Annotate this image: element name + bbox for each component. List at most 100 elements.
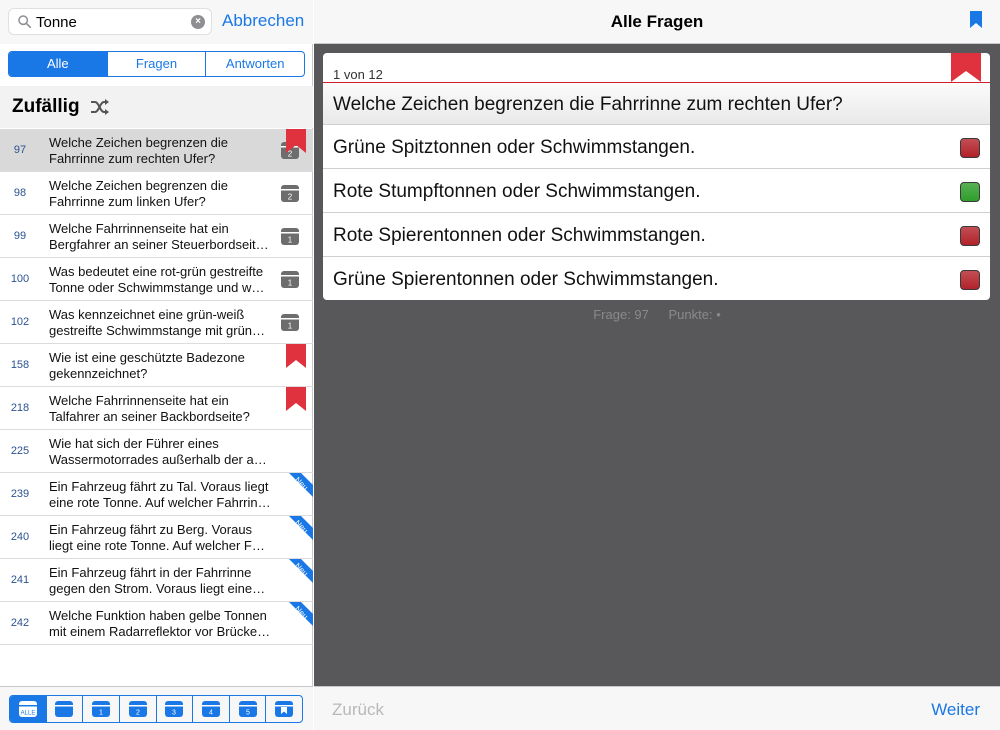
question-number: 158 [10, 359, 30, 371]
question-list-item[interactable]: 242 Welche Funktion haben gelbe Tonnen mit… [0, 602, 313, 645]
cancel-button[interactable]: Abbrechen [222, 11, 304, 31]
question-preview-line: eine rote Tonne. Auf welcher Fahrrin… [49, 494, 271, 510]
box-tab-4[interactable]: 4 [192, 696, 229, 722]
question-list-item[interactable]: 97 Welche Zeichen begrenzen die Fahrrinne … [0, 129, 313, 172]
box-icon: 1 [92, 701, 111, 717]
box-icon: 2 [128, 701, 147, 717]
box-icon [55, 701, 74, 717]
next-button[interactable]: Weiter [931, 700, 980, 720]
question-card: 1 von 12 Welche Zeichen begrenzen die Fa… [323, 53, 990, 300]
bookmark-icon[interactable] [970, 11, 982, 28]
question-counter: 1 von 12 [333, 67, 383, 82]
box-tab-all[interactable]: ALLE [10, 696, 46, 722]
search-field[interactable]: × [8, 8, 212, 35]
question-list-item[interactable]: 225 Wie hat sich der Führer eines Wassermo… [0, 430, 313, 473]
box-tab-5[interactable]: 5 [228, 696, 266, 722]
learning-box-number: 1 [288, 236, 293, 245]
new-ribbon-icon: Neu [289, 559, 313, 583]
clear-search-icon[interactable]: × [191, 15, 205, 29]
question-number: 218 [10, 402, 30, 414]
question-list-item[interactable]: 239 Ein Fahrzeug fährt zu Tal. Voraus lie… [0, 473, 313, 516]
bookmark-flag-icon [951, 53, 981, 82]
box-tab-bookmarks[interactable] [265, 696, 302, 722]
box-tab-3[interactable]: 3 [155, 696, 193, 722]
question-row: Welche Zeichen begrenzen die Fahrrinne z… [323, 83, 990, 125]
box-tab-1[interactable]: 1 [82, 696, 119, 722]
answer-option[interactable]: Rote Spierentonnen oder Schwimmstangen. [323, 213, 990, 257]
back-button[interactable]: Zurück [332, 700, 384, 720]
shuffle-icon[interactable] [90, 98, 110, 116]
answer-text: Rote Stumpftonnen oder Schwimmstangen. [333, 181, 701, 202]
question-number-label: Frage: 97 [593, 307, 649, 322]
bookmark-box-icon [275, 701, 294, 717]
filter-segmented-control: Alle Fragen Antworten [8, 51, 305, 77]
question-preview-line: gegen den Strom. Voraus liegt eine… [49, 580, 266, 596]
answer-indicator-icon [960, 270, 980, 290]
question-preview: Wie ist eine geschützte Badezone gekennze… [49, 350, 275, 381]
answer-indicator-icon [960, 226, 980, 246]
question-list-item[interactable]: 240 Ein Fahrzeug fährt zu Berg. Voraus lie… [0, 516, 313, 559]
question-list-item[interactable]: 100 Was bedeutet eine rot-grün gestreifte… [0, 258, 313, 301]
bookmark-flag-icon [286, 344, 306, 368]
box-tab-label: ALLE [20, 711, 35, 717]
question-preview-line: Bergfahrer an seiner Steuerbordseit… [49, 236, 269, 252]
learning-box-number: 1 [288, 322, 293, 331]
question-list-item[interactable]: 102 Was kennzeichnet eine grün-weiß gestre… [0, 301, 313, 344]
random-section-header: Zufällig [0, 86, 313, 128]
tab-questions[interactable]: Fragen [106, 52, 206, 76]
question-list-item[interactable]: 99 Welche Fahrrinnenseite hat ein Bergfahr… [0, 215, 313, 258]
question-number: 97 [13, 144, 27, 156]
learning-box-icon: 1 [280, 227, 300, 246]
answer-indicator-icon [960, 138, 980, 158]
status-line: Frage: 97 Punkte: • [314, 307, 1000, 322]
question-preview-line: Ein Fahrzeug fährt zu Tal. Voraus liegt [49, 479, 269, 494]
answer-text: Grüne Spierentonnen oder Schwimmstangen. [333, 269, 719, 290]
box-tabs: ALLE 1 2 3 4 5 [9, 695, 303, 723]
question-list-item[interactable]: 158 Wie ist eine geschützte Badezone geken… [0, 344, 313, 387]
bookmark-flag-icon [286, 387, 306, 411]
question-preview-line: gekennzeichnet? [49, 365, 148, 381]
box-tab-label: 2 [136, 710, 140, 717]
box-tab-label: 1 [99, 710, 103, 717]
question-preview-line: mit einem Radarreflektor vor Brücke… [49, 623, 271, 639]
answer-text: Rote Spierentonnen oder Schwimmstangen. [333, 225, 706, 246]
new-ribbon-icon: Neu [289, 516, 313, 540]
question-number: 241 [10, 574, 30, 586]
question-preview-line: Talfahrer an seiner Backbordseite? [49, 408, 250, 424]
question-preview-line: Welche Funktion haben gelbe Tonnen [49, 608, 267, 623]
question-preview-line: Fahrrinne zum linken Ufer? [49, 193, 206, 209]
search-bar: × Abbrechen [0, 0, 313, 44]
question-preview-line: gestreifte Schwimmstange mit grün… [49, 322, 266, 338]
question-preview-line: Wie ist eine geschützte Badezone [49, 350, 245, 365]
question-list-item[interactable]: 98 Welche Zeichen begrenzen die Fahrrinne … [0, 172, 313, 215]
answer-option[interactable]: Grüne Spierentonnen oder Schwimmstangen. [323, 257, 990, 300]
question-number: 102 [10, 316, 30, 328]
bottom-navigation: Zurück Weiter [314, 686, 1000, 730]
question-preview: Was bedeutet eine rot-grün gestreifte Ton… [49, 264, 275, 295]
question-preview: Was kennzeichnet eine grün-weiß gestreift… [49, 307, 275, 338]
question-preview-line: Ein Fahrzeug fährt zu Berg. Voraus [49, 522, 253, 537]
search-input[interactable] [36, 12, 186, 32]
answer-option[interactable]: Rote Stumpftonnen oder Schwimmstangen. [323, 169, 990, 213]
tab-all[interactable]: Alle [9, 52, 107, 76]
answer-option[interactable]: Grüne Spitztonnen oder Schwimmstangen. [323, 125, 990, 169]
question-preview-line: Was bedeutet eine rot-grün gestreifte [49, 264, 264, 279]
question-number: 98 [13, 187, 27, 199]
box-tab-label: 5 [246, 710, 250, 717]
search-icon [18, 15, 31, 28]
question-preview-line: Tonne oder Schwimmstange und w… [49, 279, 265, 295]
question-text: Welche Zeichen begrenzen die Fahrrinne z… [333, 94, 843, 115]
answer-indicator-icon [960, 182, 980, 202]
box-tab-2[interactable]: 2 [118, 696, 156, 722]
detail-pane: Alle Fragen 1 von 12 Welche Zeichen begr… [314, 0, 1000, 730]
question-preview: Welche Zeichen begrenzen die Fahrrinne zu… [49, 178, 275, 209]
box-icon: 4 [201, 701, 220, 717]
tab-answers[interactable]: Antworten [205, 52, 304, 76]
question-preview-line: Wassermotorrades außerhalb der a… [49, 451, 267, 467]
question-list-item[interactable]: 241 Ein Fahrzeug fährt in der Fahrrinne ge… [0, 559, 313, 602]
question-list-item[interactable]: 218 Welche Fahrrinnenseite hat ein Talfahr… [0, 387, 313, 430]
box-tab-new[interactable] [45, 696, 83, 722]
box-icon: 5 [238, 701, 257, 717]
learning-box-icon: 1 [280, 270, 300, 289]
question-preview-line: Welche Zeichen begrenzen die [49, 178, 228, 193]
